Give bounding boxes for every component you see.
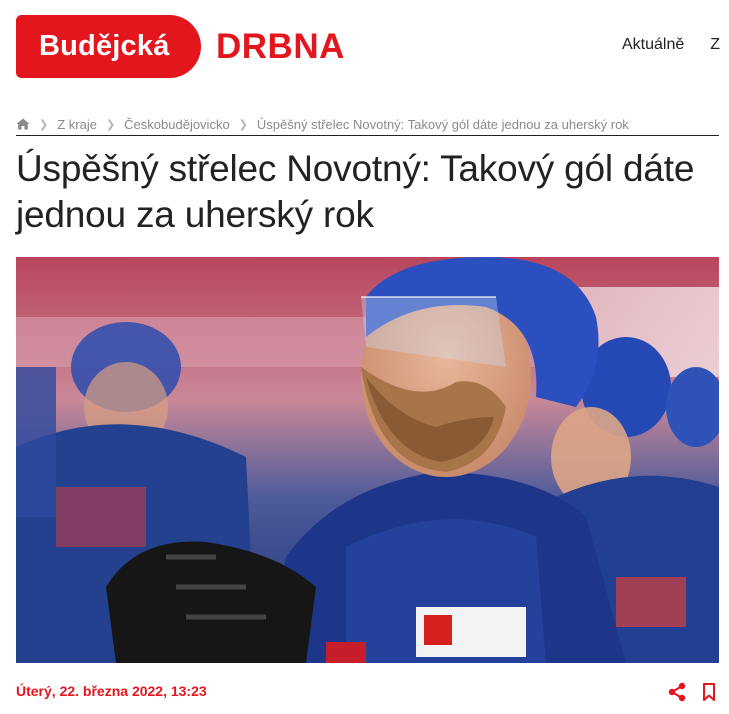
logo-badge: Budějcká — [16, 15, 201, 78]
home-icon[interactable] — [16, 118, 30, 130]
site-logo[interactable]: Budějcká DRBNA — [16, 15, 345, 78]
breadcrumb-item-z-kraje[interactable]: Z kraje — [57, 117, 97, 132]
main-nav: Aktuálně Z — [622, 36, 720, 54]
breadcrumb-separator-icon: ❯ — [238, 118, 248, 131]
logo-part2: DRBNA — [216, 26, 345, 66]
article-meta: Úterý, 22. března 2022, 13:23 — [16, 682, 719, 702]
bookmark-icon[interactable] — [699, 682, 719, 702]
breadcrumb: ❯ Z kraje ❯ Českobudějovicko ❯ Úspěšný s… — [16, 113, 719, 136]
breadcrumb-separator-icon: ❯ — [105, 118, 116, 131]
article-date: Úterý, 22. března 2022, 13:23 — [16, 683, 207, 699]
nav-item-z[interactable]: Z — [710, 36, 720, 54]
nav-item-aktualne[interactable]: Aktuálně — [622, 36, 684, 54]
article-hero-image[interactable] — [16, 257, 719, 663]
logo-part1: Budějcká — [39, 30, 170, 62]
share-icon[interactable] — [667, 682, 687, 702]
breadcrumb-item-ceskobudejovicko[interactable]: Českobudějovicko — [124, 117, 230, 132]
site-header: Budějcká DRBNA Aktuálně Z — [0, 0, 729, 95]
breadcrumb-separator-icon: ❯ — [39, 118, 49, 131]
article-actions — [667, 682, 719, 702]
article-title: Úspěšný střelec Novotný: Takový gól dáte… — [16, 148, 695, 235]
breadcrumb-item-current: Úspěšný střelec Novotný: Takový gól dáte… — [256, 116, 629, 132]
hockey-player-photo — [16, 257, 719, 663]
